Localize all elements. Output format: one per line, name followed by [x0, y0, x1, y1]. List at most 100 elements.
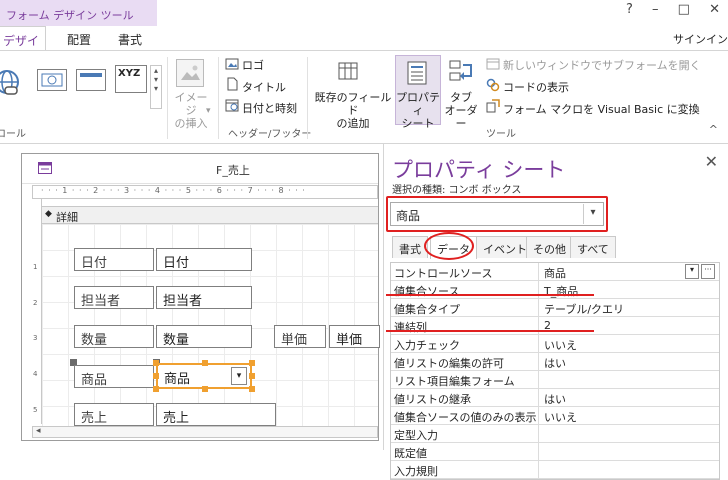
label-staff[interactable]: 担当者	[74, 286, 154, 309]
controls-group-label: ロール	[0, 129, 26, 140]
property-value[interactable]	[540, 461, 720, 479]
controls-gallery-scroll[interactable]: ▴ ▾ ▾	[150, 65, 162, 109]
resize-handle[interactable]	[153, 360, 159, 366]
combobox-product-value: 商品	[164, 372, 191, 387]
property-value[interactable]: T_商品	[540, 281, 720, 299]
textbox-sales[interactable]: 売上	[156, 403, 276, 426]
add-existing-fields-button[interactable]: 既存のフィールド の追加	[314, 91, 392, 130]
vruler-mark: 3	[33, 334, 38, 342]
logo-icon	[225, 57, 239, 71]
tab-design[interactable]: デザイン	[0, 26, 46, 65]
property-value[interactable]: はい	[540, 389, 720, 407]
resize-handle[interactable]	[249, 360, 255, 366]
close-button[interactable]: ✕	[709, 2, 720, 24]
datetime-button[interactable]: 日付と時刻	[242, 100, 297, 116]
tab-other-props[interactable]: その他	[526, 236, 573, 258]
tab-format-props[interactable]: 書式	[392, 236, 428, 258]
hyperlink-control-icon[interactable]	[0, 65, 24, 99]
option-group-control-icon[interactable]: XYZ	[115, 65, 147, 93]
logo-button[interactable]: ロゴ	[242, 57, 264, 73]
scroll-left-icon[interactable]: ◂	[36, 426, 41, 436]
resize-handle[interactable]	[153, 386, 159, 392]
control-selector[interactable]: 商品 ▾	[390, 202, 604, 226]
minimize-button[interactable]: –	[652, 2, 659, 24]
chevron-down-icon[interactable]: ▾	[685, 264, 699, 279]
property-row[interactable]: 値リストの編集の許可 はい	[391, 353, 719, 371]
header-footer-group-label: ヘッダー/フッター	[228, 129, 312, 140]
subform-new-window-button[interactable]: 新しいウィンドウでサブフォームを開く	[503, 57, 701, 73]
resize-handle[interactable]	[202, 360, 208, 366]
title-button[interactable]: タイトル	[242, 79, 286, 95]
view-code-icon	[486, 78, 500, 92]
chevron-down-icon[interactable]: ▾	[583, 204, 602, 224]
textbox-quantity[interactable]: 数量	[156, 325, 252, 348]
property-name: 値リストの継承	[391, 389, 539, 407]
property-row[interactable]: 定型入力	[391, 425, 719, 443]
resize-handle[interactable]	[153, 373, 159, 379]
property-row[interactable]: 入力チェック いいえ	[391, 335, 719, 353]
add-existing-fields-icon	[338, 61, 362, 83]
detail-section-bar[interactable]: ◆ 詳細	[42, 206, 378, 224]
property-value[interactable]	[540, 371, 720, 389]
property-row[interactable]: 連結列 2	[391, 317, 719, 335]
tab-arrange[interactable]: 配置	[67, 26, 97, 50]
property-row[interactable]: 既定値	[391, 443, 719, 461]
property-row[interactable]: 値集合タイプ テーブル/クエリ	[391, 299, 719, 317]
help-button[interactable]: ?	[626, 2, 633, 24]
property-sheet-title: プロパティ シート	[392, 158, 566, 182]
label-quantity[interactable]: 数量	[74, 325, 154, 348]
resize-handle[interactable]	[249, 386, 255, 392]
insert-image-dropdown-icon[interactable]: ▾	[206, 106, 211, 116]
sign-in-link[interactable]: サインイン	[673, 31, 728, 47]
textbox-staff[interactable]: 担当者	[156, 286, 252, 309]
web-browser-control-icon[interactable]	[37, 69, 67, 91]
resize-handle[interactable]	[202, 386, 208, 392]
resize-handle[interactable]	[249, 373, 255, 379]
collapse-ribbon-icon[interactable]: ^	[709, 123, 718, 136]
textbox-unit-price[interactable]: 単価	[329, 325, 380, 348]
datetime-icon	[225, 98, 239, 112]
ribbon-tabs: デザイン 配置 書式	[0, 26, 728, 65]
tab-format[interactable]: 書式	[118, 26, 148, 50]
property-value[interactable]	[540, 425, 720, 443]
builder-ellipsis-icon[interactable]: ···	[701, 264, 715, 279]
window-controls: ? – □ ✕	[618, 2, 728, 24]
detail-section-label: 詳細	[56, 211, 78, 224]
property-row[interactable]: リスト項目編集フォーム	[391, 371, 719, 389]
subform-window-icon	[486, 57, 500, 71]
annotation-red-ellipse	[424, 232, 474, 260]
insert-image-button[interactable]: イメージ の挿入	[171, 91, 211, 130]
label-date[interactable]: 日付	[74, 248, 154, 271]
tab-order-button[interactable]: タブ オーダー	[441, 91, 481, 130]
chevron-down-icon[interactable]: ▾	[231, 367, 247, 385]
label-product[interactable]: 商品	[74, 365, 154, 388]
property-name: 入力チェック	[391, 335, 539, 353]
property-value[interactable]: テーブル/クエリ	[540, 299, 720, 317]
insert-image-icon[interactable]	[176, 59, 204, 87]
property-value[interactable]: いいえ	[540, 335, 720, 353]
label-sales[interactable]: 売上	[74, 403, 154, 426]
property-row[interactable]: 値集合ソース T_商品	[391, 281, 719, 299]
property-value[interactable]: いいえ	[540, 407, 720, 425]
form-icon	[38, 162, 52, 174]
property-row[interactable]: 入力規則	[391, 461, 719, 479]
property-value[interactable]: はい	[540, 353, 720, 371]
property-value[interactable]: 2	[540, 317, 720, 335]
property-name: リスト項目編集フォーム	[391, 371, 539, 389]
property-row[interactable]: コントロールソース 商品 ▾ ···	[391, 263, 719, 281]
horizontal-scrollbar[interactable]: ◂	[32, 426, 378, 438]
maximize-button[interactable]: □	[678, 2, 690, 24]
label-unit-price[interactable]: 単価	[274, 325, 326, 348]
annotation-red-underline	[386, 330, 594, 332]
property-value[interactable]	[540, 443, 720, 461]
convert-macros-button[interactable]: フォーム マクロを Visual Basic に変換	[503, 101, 700, 117]
close-icon[interactable]: ✕	[705, 152, 718, 171]
tab-all-props[interactable]: すべて	[570, 236, 616, 258]
property-row[interactable]: 値リストの継承 はい	[391, 389, 719, 407]
property-sheet-button[interactable]: プロパティ シート	[395, 91, 441, 130]
navigation-control-icon[interactable]	[76, 69, 106, 91]
vertical-ruler: 1 2 3 4 5	[32, 199, 42, 424]
property-row[interactable]: 値集合ソースの値のみの表示 いいえ	[391, 407, 719, 425]
view-code-button[interactable]: コードの表示	[503, 79, 569, 95]
textbox-date[interactable]: 日付	[156, 248, 252, 271]
